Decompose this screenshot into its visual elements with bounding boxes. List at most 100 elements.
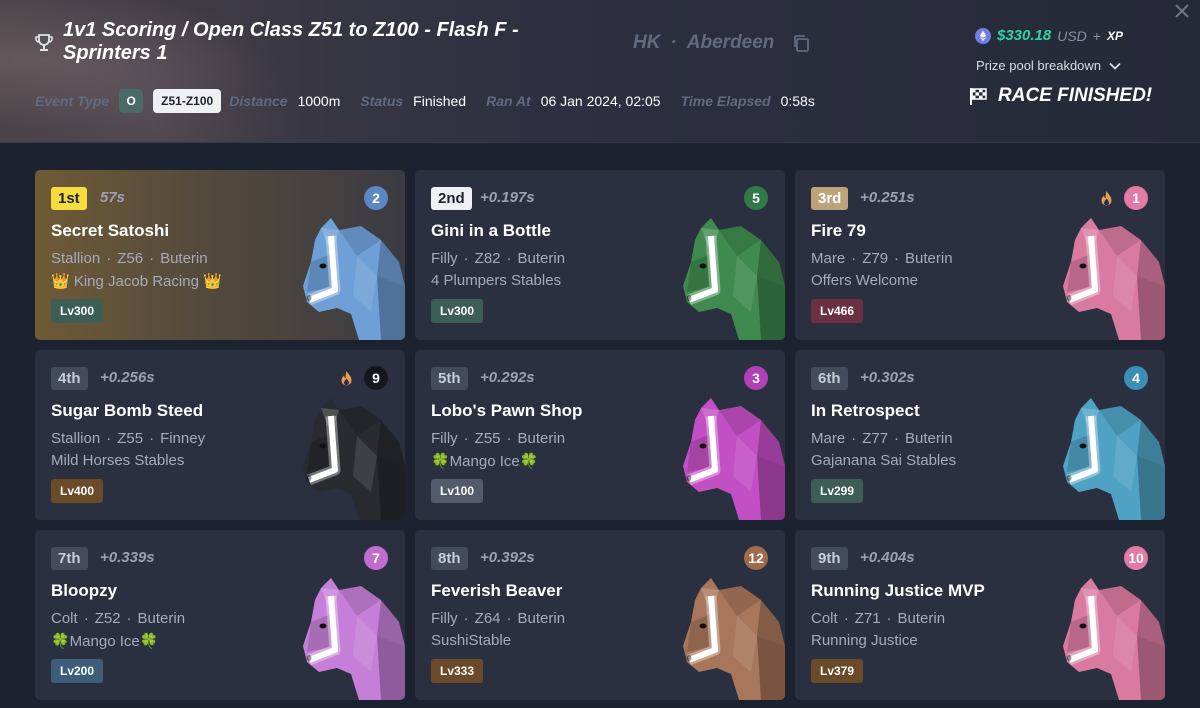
horse-bloodline: Buterin [517, 250, 566, 267]
stable-name[interactable]: Running Justice [811, 632, 918, 649]
horse-name[interactable]: Sugar Bomb Steed [51, 401, 203, 421]
horse-head-icon [1063, 578, 1165, 700]
result-card[interactable]: 9th +0.404s 10 Running Justice MVP Colt ·… [795, 530, 1165, 700]
result-card[interactable]: 2nd +0.197s 5 Gini in a Bottle Filly · Z82… [415, 170, 785, 340]
position-badge: 6th [811, 367, 848, 390]
horse-head-icon [683, 578, 785, 700]
horse-attributes: Filly · Z64 · Buterin [431, 610, 566, 627]
horse-bloodline: Buterin [517, 430, 566, 447]
result-card[interactable]: 3rd +0.251s 1 Fire 79 Mare · Z79 · Buterin O… [795, 170, 1165, 340]
horse-bloodline: Buterin [137, 610, 186, 627]
horse-head-icon [303, 218, 405, 340]
horse-zed: Z64 [474, 610, 501, 627]
result-card[interactable]: 1st 57s 2 Secret Satoshi Stallion · Z56 · Bu… [35, 170, 405, 340]
horse-name[interactable]: In Retrospect [811, 401, 920, 421]
horse-attributes: Stallion · Z56 · Buterin [51, 250, 208, 267]
horse-name[interactable]: Running Justice MVP [811, 581, 985, 601]
horse-head-icon [303, 578, 405, 700]
horse-name[interactable]: Lobo's Pawn Shop [431, 401, 582, 421]
ran-at-label: Ran At [486, 92, 531, 109]
horse-bloodline: Buterin [160, 250, 208, 267]
horse-gender: Colt [51, 610, 78, 627]
horse-bloodline: Buterin [897, 610, 946, 627]
horse-name[interactable]: Gini in a Bottle [431, 221, 551, 241]
horse-name[interactable]: Fire 79 [811, 221, 866, 241]
horse-head-icon [303, 398, 405, 520]
gate-badge: 9 [364, 366, 388, 390]
finish-time: +0.256s [100, 369, 155, 386]
level-badge: Lv100 [431, 479, 484, 503]
stable-name[interactable]: Gajanana Sai Stables [811, 452, 956, 469]
elapsed-value: 0:58s [780, 92, 815, 109]
prize-plus: + [1092, 27, 1101, 44]
prize-amount: $330.18 [997, 27, 1052, 44]
prize-pool: $330.18 USD + XP [975, 27, 1123, 44]
gate-badge: 5 [744, 186, 768, 210]
position-badge: 5th [431, 367, 468, 390]
result-card[interactable]: 5th +0.292s 3 Lobo's Pawn Shop Filly · Z55… [415, 350, 785, 520]
horse-name[interactable]: Secret Satoshi [51, 221, 169, 241]
horse-name[interactable]: Bloopzy [51, 581, 117, 601]
status-label: Status [360, 92, 404, 109]
horse-zed: Z79 [862, 250, 889, 267]
result-card[interactable]: 6th +0.302s 4 In Retrospect Mare · Z77 · But… [795, 350, 1165, 520]
stable-name[interactable]: 🍀Mango Ice🍀 [431, 452, 538, 470]
horse-bloodline: Buterin [517, 610, 566, 627]
result-card[interactable]: 4th +0.256s 9 Sugar Bomb Steed Stallion ·… [35, 350, 405, 520]
position-badge: 8th [431, 547, 468, 570]
stable-name[interactable]: Offers Welcome [811, 272, 918, 289]
race-status: RACE FINISHED! [968, 85, 1152, 107]
results-grid: 1st 57s 2 Secret Satoshi Stallion · Z56 · Bu… [35, 170, 1165, 700]
finish-time: +0.404s [860, 549, 915, 566]
prize-unit: USD [1057, 27, 1087, 44]
stable-name[interactable]: SushiStable [431, 632, 511, 649]
elapsed-label: Time Elapsed [680, 92, 771, 109]
horse-attributes: Colt · Z71 · Buterin [811, 610, 946, 627]
result-card[interactable]: 8th +0.392s 12 Feverish Beaver Filly · Z64… [415, 530, 785, 700]
prize-breakdown-toggle[interactable]: Prize pool breakdown [976, 58, 1121, 73]
result-card[interactable]: 7th +0.339s 7 Bloopzy Colt · Z52 · Buterin 🍀… [35, 530, 405, 700]
stable-name[interactable]: Mild Horses Stables [51, 452, 184, 469]
chevron-down-icon [1109, 62, 1121, 70]
horse-zed: Z56 [117, 250, 144, 267]
level-badge: Lv333 [431, 659, 484, 683]
status-value: Finished [413, 92, 467, 109]
horse-name[interactable]: Feverish Beaver [431, 581, 562, 601]
horse-gender: Mare [811, 430, 846, 447]
level-badge: Lv300 [431, 299, 484, 323]
level-badge: Lv466 [811, 299, 864, 323]
location-city: HK [633, 32, 661, 53]
stable-name[interactable]: 🍀Mango Ice🍀 [51, 632, 158, 650]
checkered-flag-icon [970, 88, 987, 105]
level-badge: Lv379 [811, 659, 864, 683]
stable-name[interactable]: 👑 King Jacob Racing 👑 [51, 272, 222, 290]
trophy-icon [35, 34, 53, 51]
level-badge: Lv299 [811, 479, 864, 503]
finish-time: 57s [100, 189, 126, 206]
copy-icon[interactable] [792, 34, 810, 53]
horse-attributes: Mare · Z77 · Buterin [811, 430, 953, 447]
prize-breakdown-label: Prize pool breakdown [976, 58, 1102, 73]
gate-badge: 1 [1124, 186, 1148, 210]
distance-value: 1000m [297, 92, 341, 109]
horse-zed: Z55 [117, 430, 144, 447]
gate-badge: 10 [1124, 546, 1148, 570]
horse-attributes: Stallion · Z55 · Finney [51, 430, 206, 447]
finish-time: +0.392s [480, 549, 535, 566]
finish-time: +0.251s [860, 189, 915, 206]
prize-xp: XP [1106, 28, 1123, 43]
level-badge: Lv400 [51, 479, 104, 503]
finish-time: +0.339s [100, 549, 155, 566]
race-status-text: RACE FINISHED! [998, 85, 1153, 106]
position-badge: 9th [811, 547, 848, 570]
horse-attributes: Colt · Z52 · Buterin [51, 610, 186, 627]
stable-name[interactable]: 4 Plumpers Stables [431, 272, 561, 289]
event-type-label: Event Type [35, 92, 110, 109]
close-button[interactable] [1173, 2, 1191, 20]
horse-gender: Filly [431, 430, 458, 447]
eth-icon [975, 27, 991, 44]
position-badge: 2nd [431, 187, 472, 210]
horse-zed: Z77 [862, 430, 889, 447]
gate-badge: 4 [1124, 366, 1148, 390]
horse-zed: Z71 [854, 610, 881, 627]
